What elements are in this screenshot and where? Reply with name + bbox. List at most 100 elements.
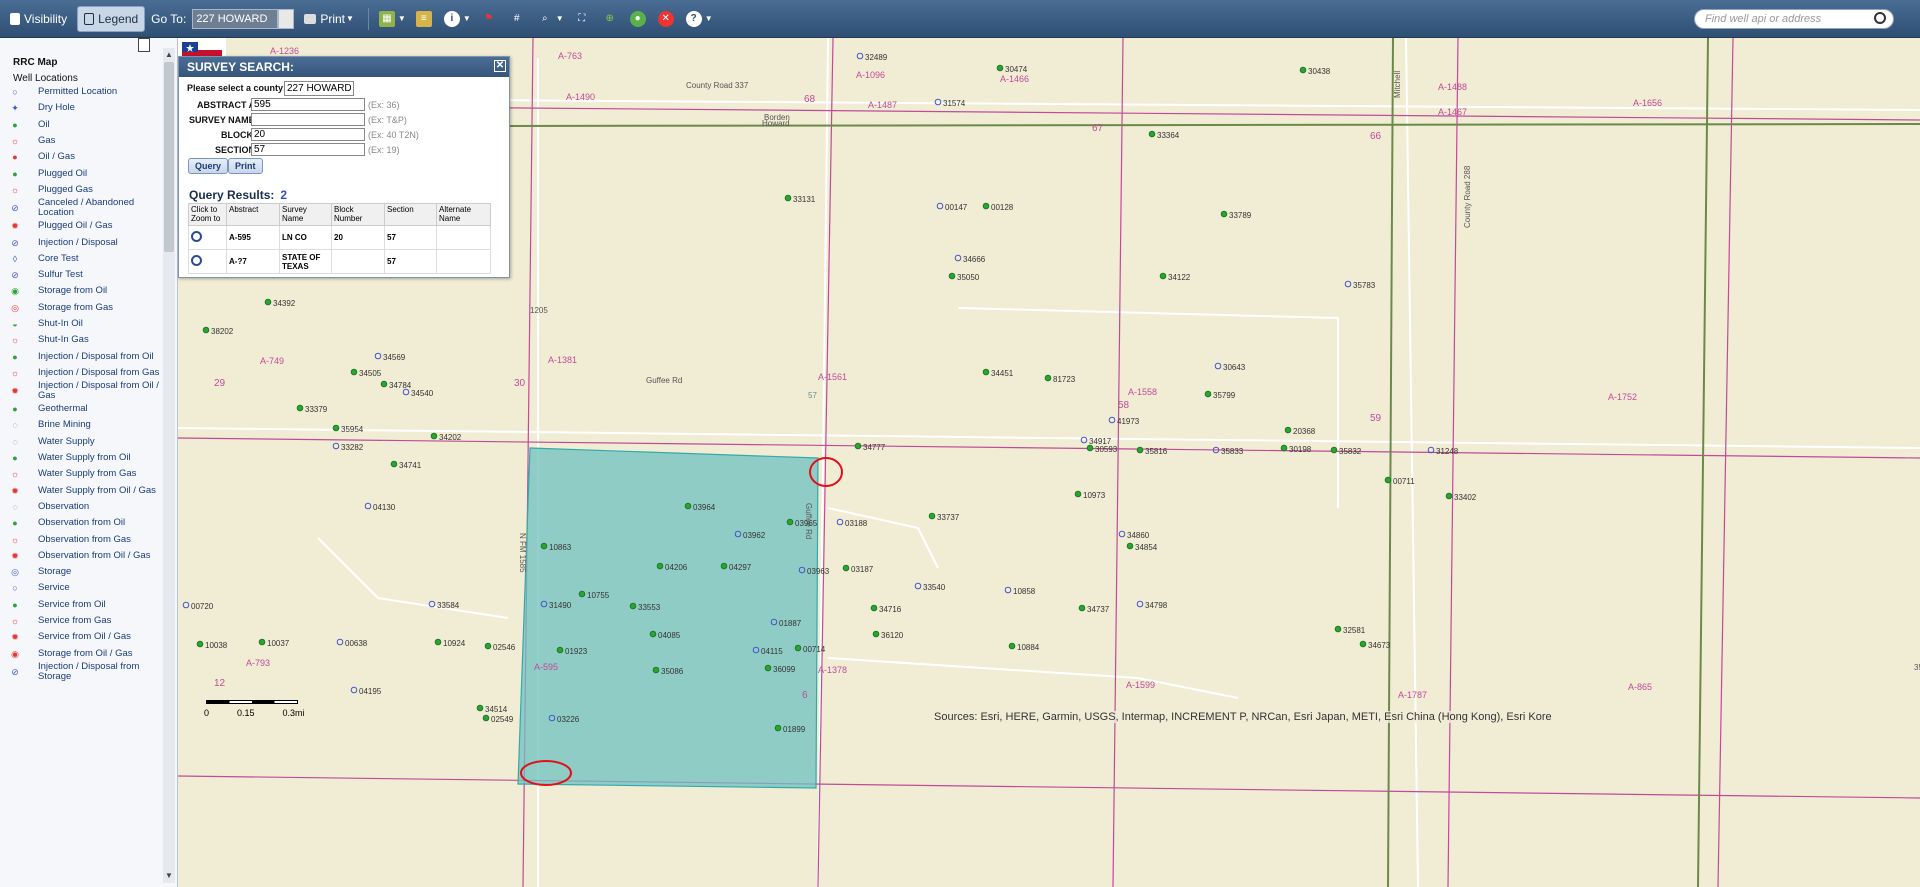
oil-well-icon[interactable] <box>1136 446 1144 454</box>
oil-well-icon[interactable] <box>784 194 792 202</box>
oil-well-icon[interactable] <box>482 714 490 722</box>
help-icon[interactable]: ? <box>685 10 702 27</box>
scroll-thumb[interactable] <box>164 62 174 252</box>
oil-well-icon[interactable] <box>854 442 862 450</box>
close-icon[interactable]: ✕ <box>494 60 506 72</box>
oil-well-icon[interactable] <box>578 590 586 598</box>
oil-well-icon[interactable] <box>1044 374 1052 382</box>
well-marker[interactable]: 34716 <box>870 604 902 614</box>
well-marker[interactable]: 30593 <box>1086 444 1118 454</box>
well-marker[interactable]: 30474 <box>996 64 1028 74</box>
well-marker[interactable]: 35799 <box>1204 390 1236 400</box>
permitted-location-icon[interactable] <box>1004 586 1012 594</box>
oil-well-icon[interactable] <box>774 724 782 732</box>
oil-well-icon[interactable] <box>928 512 936 520</box>
well-marker[interactable]: 03188 <box>836 518 868 528</box>
oil-well-icon[interactable] <box>1159 272 1167 280</box>
oil-well-icon[interactable] <box>656 562 664 570</box>
oil-well-icon[interactable] <box>1148 130 1156 138</box>
oil-well-icon[interactable] <box>380 380 388 388</box>
well-marker[interactable]: 34777 <box>854 442 886 452</box>
well-marker[interactable]: 34798 <box>1136 600 1168 610</box>
well-marker[interactable]: 41973 <box>1108 416 1140 426</box>
visibility-button[interactable]: Visibility <box>4 6 73 32</box>
well-marker[interactable]: 34673 <box>1359 640 1391 650</box>
well-marker[interactable]: 02549 <box>482 714 514 724</box>
well-marker[interactable]: 33379 <box>296 404 328 414</box>
oil-well-icon[interactable] <box>786 518 794 526</box>
locate-icon[interactable]: ⊕ <box>602 11 618 27</box>
county-select[interactable] <box>284 81 354 96</box>
permitted-location-icon[interactable] <box>914 582 922 590</box>
well-marker[interactable]: 34784 <box>380 380 412 390</box>
permitted-location-icon[interactable] <box>856 52 864 60</box>
well-marker[interactable]: 34505 <box>350 368 382 378</box>
well-marker[interactable]: 33282 <box>332 442 364 452</box>
legend-button[interactable]: Legend <box>77 5 146 32</box>
search-icon[interactable] <box>1874 12 1886 24</box>
table-row[interactable]: A-595 LN CO 20 57 <box>188 225 491 250</box>
permitted-location-icon[interactable] <box>1118 530 1126 538</box>
print-results-button[interactable]: Print <box>228 158 263 174</box>
well-marker[interactable]: 34666 <box>954 254 986 264</box>
well-marker[interactable]: 34451 <box>982 368 1014 378</box>
permitted-location-icon[interactable] <box>1344 280 1352 288</box>
oil-well-icon[interactable] <box>1299 66 1307 74</box>
oil-well-icon[interactable] <box>350 368 358 376</box>
oil-well-icon[interactable] <box>1086 444 1094 452</box>
permitted-location-icon[interactable] <box>374 352 382 360</box>
oil-well-icon[interactable] <box>540 542 548 550</box>
block-input[interactable] <box>251 128 365 141</box>
oil-well-icon[interactable] <box>870 604 878 612</box>
well-marker[interactable]: 10038 <box>196 640 228 650</box>
oil-well-icon[interactable] <box>296 404 304 412</box>
oil-well-icon[interactable] <box>948 272 956 280</box>
oil-well-icon[interactable] <box>996 64 1004 72</box>
well-marker[interactable]: 00720 <box>182 601 214 611</box>
oil-well-icon[interactable] <box>264 298 272 306</box>
oil-well-icon[interactable] <box>1445 492 1453 500</box>
well-marker[interactable]: 30438 <box>1299 66 1331 76</box>
oil-well-icon[interactable] <box>982 202 990 210</box>
pdf-icon[interactable] <box>138 38 150 52</box>
well-marker[interactable]: 10884 <box>1008 642 1040 652</box>
abstract-input[interactable] <box>251 98 365 111</box>
oil-well-icon[interactable] <box>1384 476 1392 484</box>
scroll-up-icon[interactable]: ▲ <box>164 50 174 60</box>
globe-icon[interactable]: ● <box>629 10 646 27</box>
well-marker[interactable]: 04130 <box>364 502 396 512</box>
oil-well-icon[interactable] <box>652 666 660 674</box>
well-marker[interactable]: 34392 <box>264 298 296 308</box>
well-marker[interactable]: 36120 <box>872 630 904 640</box>
well-marker[interactable]: 30198 <box>1280 444 1312 454</box>
well-marker[interactable]: 10973 <box>1074 490 1106 500</box>
well-marker[interactable]: 34737 <box>1078 604 1110 614</box>
well-marker[interactable]: 03187 <box>842 564 874 574</box>
zoom-to-cell[interactable] <box>188 225 227 250</box>
oil-well-icon[interactable] <box>196 640 204 648</box>
oil-well-icon[interactable] <box>684 502 692 510</box>
well-marker[interactable]: 35833 <box>1212 446 1244 456</box>
oil-well-icon[interactable] <box>842 564 850 572</box>
zoom-to-icon[interactable] <box>191 255 202 266</box>
legend-scrollbar[interactable]: ▲ ▼ <box>163 48 175 883</box>
zoom-to-icon[interactable] <box>191 231 202 242</box>
table-row[interactable]: A-?7 STATE OF TEXAS 57 <box>188 249 491 274</box>
well-marker[interactable]: 38202 <box>202 326 234 336</box>
oil-well-icon[interactable] <box>258 638 266 646</box>
well-marker[interactable]: 81723 <box>1044 374 1076 384</box>
oil-well-icon[interactable] <box>720 562 728 570</box>
info-icon[interactable]: i <box>443 10 460 27</box>
oil-well-icon[interactable] <box>1078 604 1086 612</box>
well-marker[interactable]: 35783 <box>1344 280 1376 290</box>
oil-well-icon[interactable] <box>430 432 438 440</box>
permitted-location-icon[interactable] <box>936 202 944 210</box>
well-marker[interactable]: 34569 <box>374 352 406 362</box>
oil-well-icon[interactable] <box>649 630 657 638</box>
permitted-location-icon[interactable] <box>1108 416 1116 424</box>
survey-name-input[interactable] <box>251 113 365 126</box>
oil-well-icon[interactable] <box>202 326 210 334</box>
well-marker[interactable]: 33402 <box>1445 492 1477 502</box>
query-button[interactable]: Query <box>188 158 229 174</box>
grid-icon[interactable]: # <box>509 11 525 27</box>
